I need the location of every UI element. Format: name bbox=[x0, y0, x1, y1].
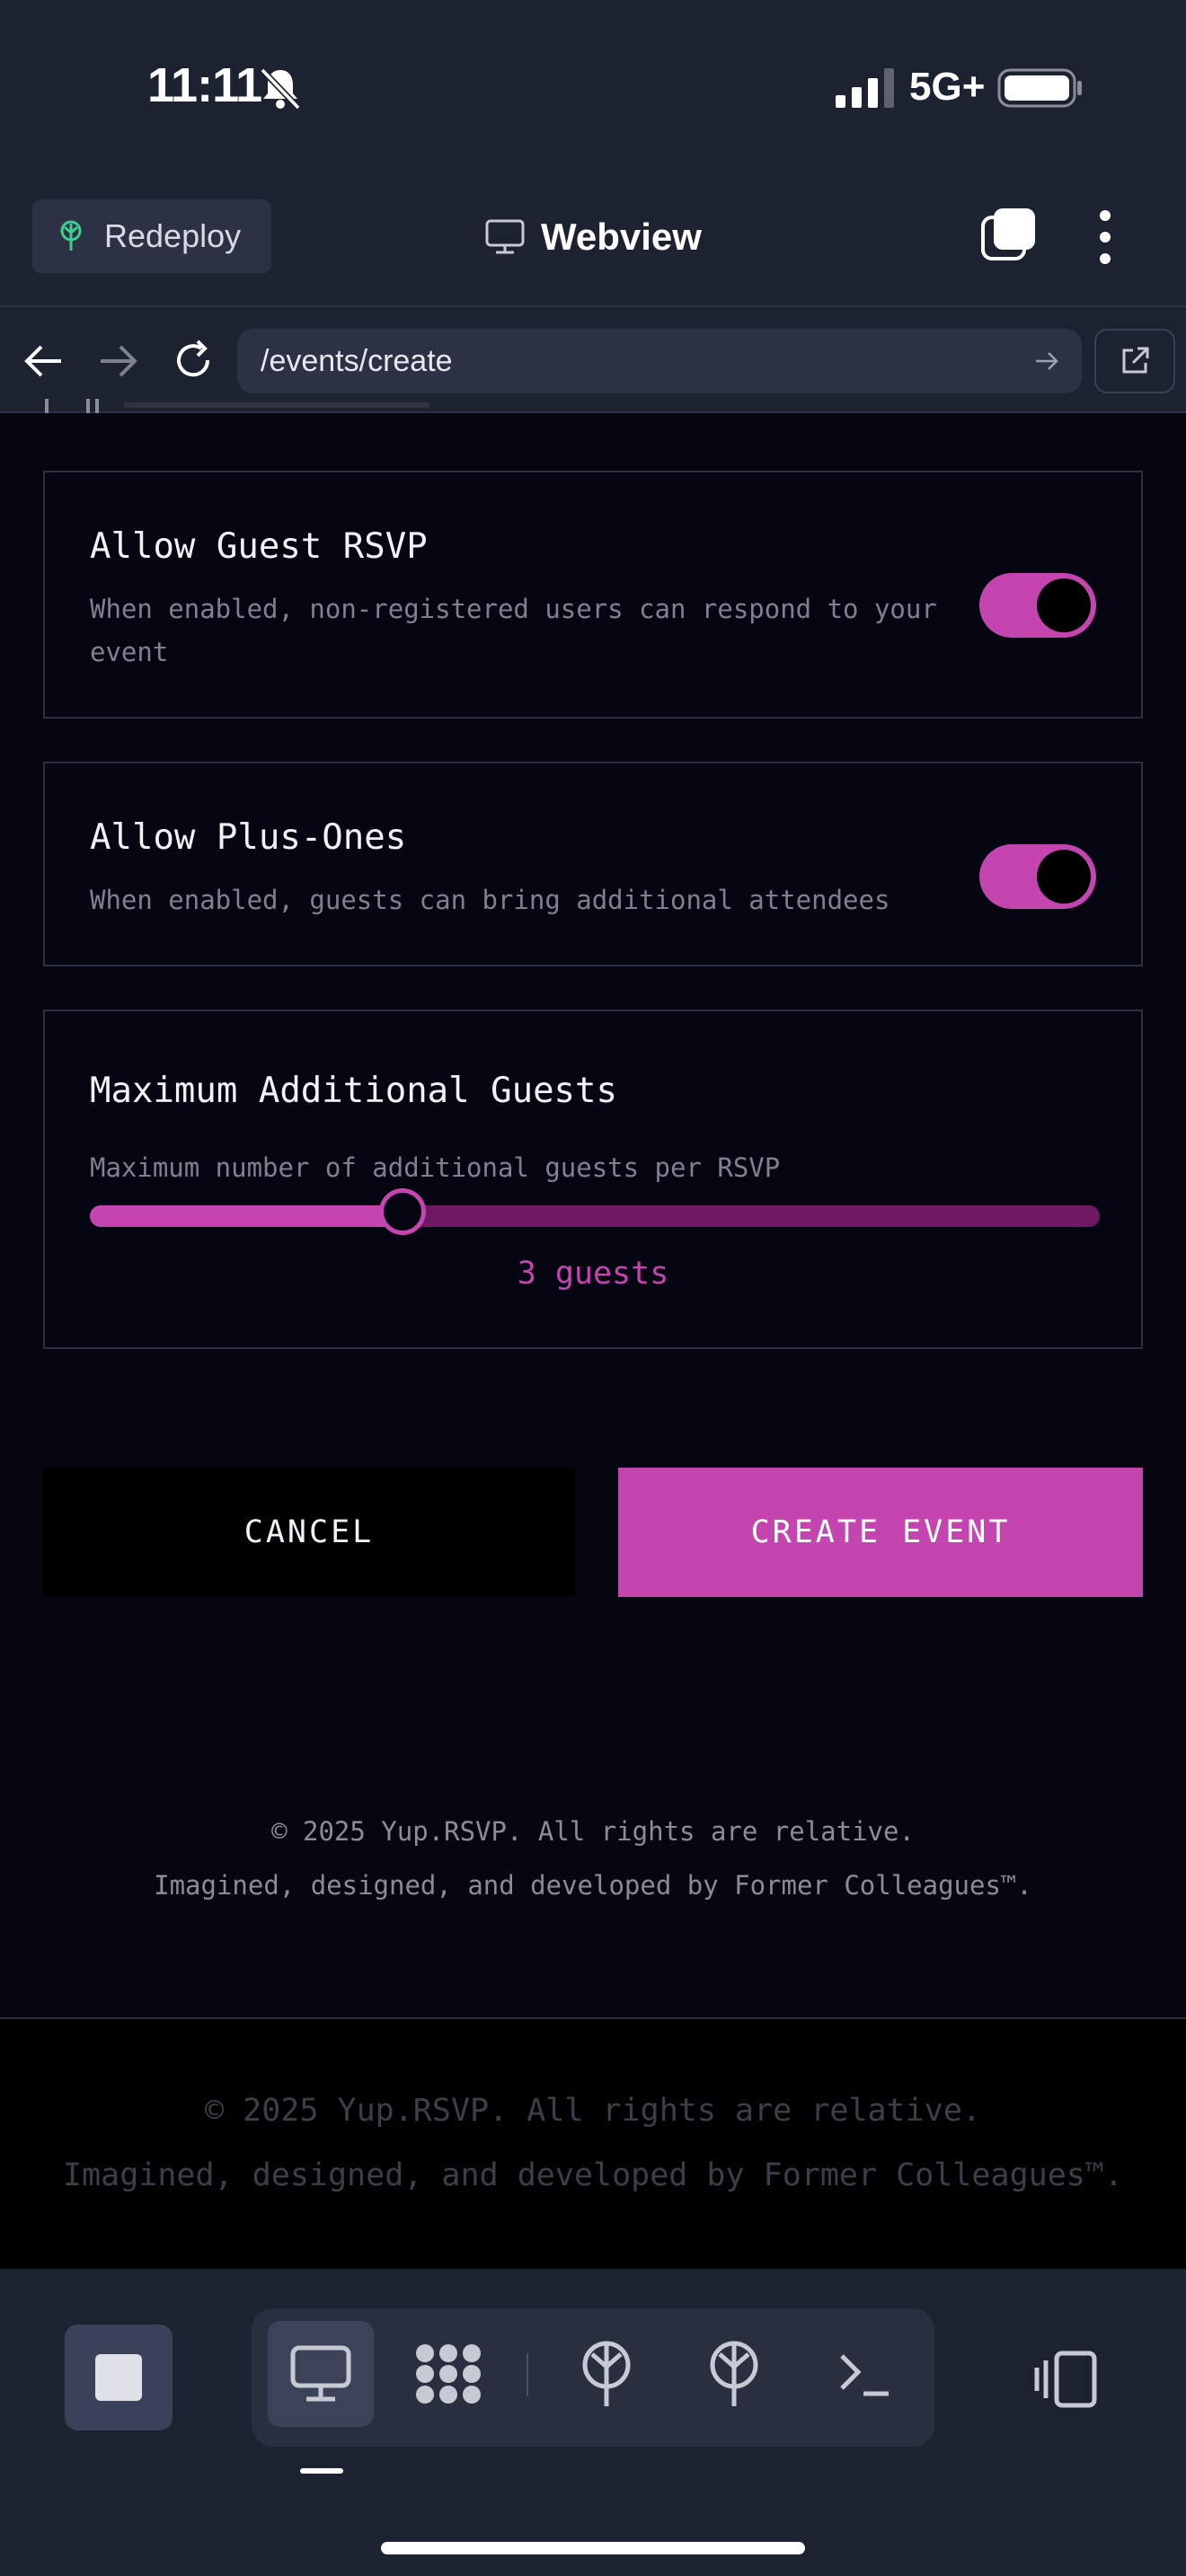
battery-icon bbox=[997, 68, 1082, 108]
webview-title: Webview bbox=[485, 208, 702, 266]
bell-muted-icon bbox=[260, 67, 301, 110]
create-event-button[interactable]: CREATE EVENT bbox=[618, 1468, 1143, 1597]
side-panel-icon[interactable] bbox=[1033, 2350, 1098, 2409]
bottom-toolbar bbox=[0, 2269, 1186, 2576]
tabs-icon[interactable] bbox=[979, 205, 1039, 264]
header-title: Webview bbox=[541, 216, 702, 258]
guest-rsvp-card: Allow Guest RSVP When enabled, non-regis… bbox=[43, 471, 1143, 719]
network-label: 5G+ bbox=[909, 65, 986, 109]
apps-grid-icon bbox=[416, 2344, 481, 2404]
monitor-icon bbox=[290, 2345, 351, 2402]
guest-rsvp-toggle[interactable] bbox=[979, 573, 1096, 638]
max-guests-description: Maximum number of additional guests per … bbox=[90, 1152, 781, 1183]
reload-icon[interactable] bbox=[171, 338, 216, 383]
toggle-knob bbox=[1037, 578, 1091, 632]
toolbar-separator bbox=[527, 2353, 528, 2396]
more-menu-icon[interactable] bbox=[1089, 208, 1121, 266]
max-guests-card: Maximum Additional Guests Maximum number… bbox=[43, 1010, 1143, 1349]
plus-ones-description: When enabled, guests can bring additiona… bbox=[90, 885, 890, 915]
app-chrome-top: 11:11 5G+ Redeploy Webview bbox=[0, 0, 1186, 305]
webview-tool-button[interactable] bbox=[268, 2321, 374, 2427]
url-text: /events/create bbox=[261, 343, 453, 378]
url-field[interactable]: /events/create bbox=[237, 329, 1082, 393]
stop-button[interactable] bbox=[65, 2325, 173, 2430]
monitor-icon bbox=[485, 219, 525, 254]
home-indicator bbox=[381, 2542, 805, 2554]
slider-fill bbox=[90, 1205, 403, 1227]
outer-footer: © 2025 Yup.RSVP. All rights are relative… bbox=[0, 2019, 1186, 2269]
go-arrow-icon[interactable] bbox=[1033, 348, 1060, 374]
redeploy-label: Redeploy bbox=[104, 217, 242, 254]
redeploy-button[interactable]: Redeploy bbox=[32, 199, 271, 273]
browser-nav-bar: /events/create bbox=[0, 305, 1186, 413]
apps-tool-button[interactable] bbox=[395, 2321, 501, 2427]
max-guests-title: Maximum Additional Guests bbox=[90, 1071, 617, 1111]
deploy-tree-icon bbox=[582, 2341, 631, 2406]
signal-icon bbox=[836, 68, 894, 108]
cancel-button[interactable]: CANCEL bbox=[43, 1468, 575, 1597]
outer-footer-credit: Imagined, designed, and developed by For… bbox=[62, 2157, 1124, 2193]
max-guests-value: 3 guests bbox=[517, 1256, 669, 1292]
terminal-tool-button[interactable] bbox=[810, 2321, 916, 2427]
stop-icon bbox=[95, 2354, 142, 2401]
terminal-icon bbox=[840, 2354, 889, 2396]
external-link-icon bbox=[1122, 347, 1149, 374]
slider-thumb[interactable] bbox=[379, 1188, 427, 1235]
plus-ones-title: Allow Plus-Ones bbox=[90, 817, 407, 858]
guest-rsvp-title: Allow Guest RSVP bbox=[90, 526, 428, 567]
tree-icon bbox=[60, 220, 82, 251]
open-external-button[interactable] bbox=[1094, 329, 1175, 393]
plus-ones-toggle[interactable] bbox=[979, 844, 1096, 909]
deploy-tool-button-2[interactable] bbox=[681, 2321, 787, 2427]
footer-credit: Imagined, designed, and developed by For… bbox=[154, 1870, 1032, 1901]
deploy-tree-icon bbox=[710, 2341, 758, 2406]
back-arrow-icon[interactable] bbox=[22, 341, 66, 381]
footer-copyright: © 2025 Yup.RSVP. All rights are relative… bbox=[271, 1816, 915, 1847]
toggle-knob bbox=[1037, 850, 1091, 904]
outer-footer-copyright: © 2025 Yup.RSVP. All rights are relative… bbox=[205, 2093, 981, 2129]
tool-group bbox=[252, 2308, 934, 2447]
deploy-tool-button[interactable] bbox=[553, 2321, 659, 2427]
guest-rsvp-description: When enabled, non-registered users can r… bbox=[90, 594, 937, 667]
scrolled-section-label bbox=[45, 399, 429, 413]
forward-arrow-icon[interactable] bbox=[95, 341, 140, 381]
status-time: 11:11 bbox=[147, 58, 262, 112]
plus-ones-card: Allow Plus-Ones When enabled, guests can… bbox=[43, 762, 1143, 966]
active-tab-indicator bbox=[300, 2468, 343, 2474]
max-guests-slider[interactable] bbox=[90, 1188, 1100, 1235]
